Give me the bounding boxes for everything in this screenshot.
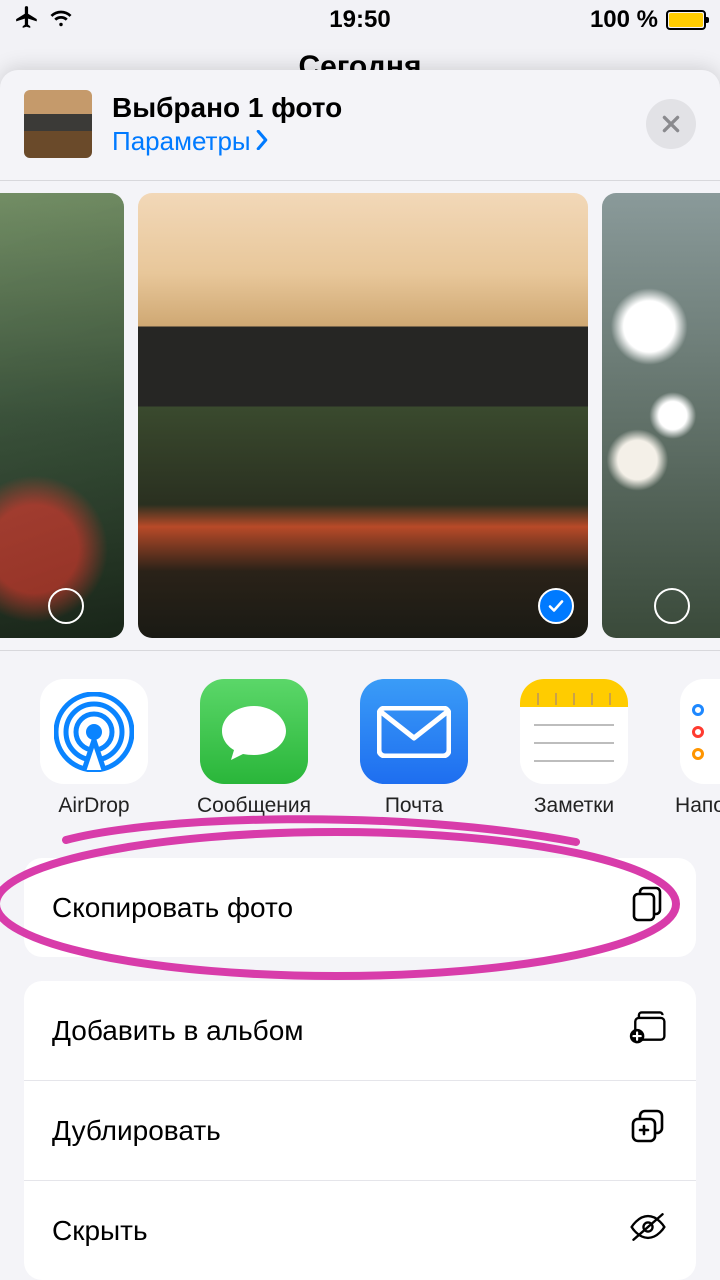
chevron-right-icon — [255, 126, 269, 157]
notes-icon — [520, 679, 628, 784]
mail-icon — [360, 679, 468, 784]
close-button[interactable] — [646, 99, 696, 149]
reminders-icon — [680, 679, 720, 784]
actions-area: Скопировать фото Добавить в альбом Дубли… — [0, 834, 720, 1280]
app-label: Сообщения — [197, 794, 311, 818]
messages-icon — [200, 679, 308, 784]
action-label: Добавить в альбом — [52, 1015, 304, 1047]
action-group-main: Добавить в альбом Дублировать Скрыть — [24, 981, 696, 1280]
action-group-copy: Скопировать фото — [24, 858, 696, 957]
battery-percent: 100 % — [590, 6, 658, 34]
add-to-album-icon — [628, 1007, 668, 1054]
photo-item[interactable] — [0, 193, 124, 638]
share-app-airdrop[interactable]: AirDrop — [40, 679, 148, 818]
share-app-mail[interactable]: Почта — [360, 679, 468, 818]
duplicate-icon — [628, 1107, 668, 1154]
action-add-to-album[interactable]: Добавить в альбом — [24, 981, 696, 1080]
share-app-messages[interactable]: Сообщения — [200, 679, 308, 818]
app-label: Напо — [675, 794, 720, 818]
sheet-title: Выбрано 1 фото — [112, 92, 646, 124]
airdrop-icon — [40, 679, 148, 784]
share-app-reminders[interactable]: Напо — [680, 679, 720, 818]
share-sheet: Выбрано 1 фото Параметры — [0, 70, 720, 1280]
status-time: 19:50 — [329, 6, 390, 34]
share-apps-row[interactable]: AirDrop Сообщения Почта Заметк — [0, 651, 720, 834]
action-copy-photo[interactable]: Скопировать фото — [24, 858, 696, 957]
app-label: AirDrop — [58, 794, 129, 818]
header-thumbnail — [24, 90, 92, 158]
action-label: Дублировать — [52, 1115, 221, 1147]
airplane-mode-icon — [14, 4, 40, 37]
action-hide[interactable]: Скрыть — [24, 1180, 696, 1280]
battery-icon — [666, 10, 706, 30]
photo-item-selected[interactable] — [138, 193, 588, 638]
photo-strip[interactable] — [0, 181, 720, 650]
action-label: Скопировать фото — [52, 892, 293, 924]
action-duplicate[interactable]: Дублировать — [24, 1080, 696, 1180]
share-app-notes[interactable]: Заметки — [520, 679, 628, 818]
sheet-header: Выбрано 1 фото Параметры — [0, 70, 720, 180]
copy-icon — [628, 884, 668, 931]
wifi-icon — [48, 6, 74, 35]
hide-icon — [628, 1207, 668, 1254]
status-bar: 19:50 100 % — [0, 0, 720, 40]
app-label: Почта — [385, 794, 443, 818]
parameters-link[interactable]: Параметры — [112, 126, 646, 157]
photo-item[interactable] — [602, 193, 720, 638]
app-label: Заметки — [534, 794, 614, 818]
action-label: Скрыть — [52, 1215, 148, 1247]
